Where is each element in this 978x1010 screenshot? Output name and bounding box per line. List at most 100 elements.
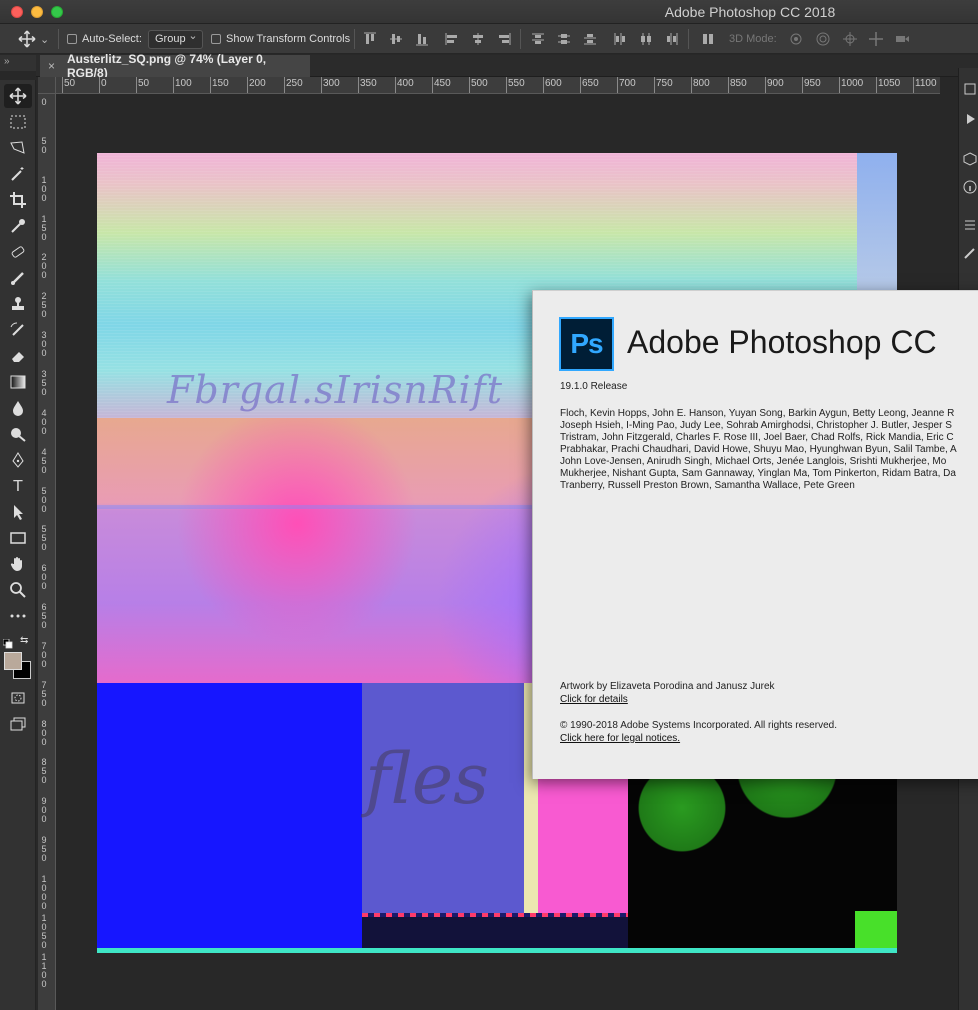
ruler-label: 0 bbox=[101, 78, 107, 89]
3d-orbit-icon[interactable] bbox=[788, 31, 804, 47]
panel-collapse-toggle[interactable]: » bbox=[0, 55, 36, 71]
hand-tool[interactable] bbox=[4, 552, 32, 576]
move-tool-preset[interactable]: ⌄ bbox=[18, 24, 49, 54]
ruler-origin[interactable] bbox=[38, 77, 56, 94]
tools-panel: T ⇆ bbox=[0, 80, 36, 1010]
eyedropper-icon bbox=[11, 219, 25, 233]
eyedropper-tool[interactable] bbox=[4, 214, 32, 238]
brush-tool[interactable] bbox=[4, 266, 32, 290]
minimize-window-button[interactable] bbox=[31, 6, 43, 18]
artwork-credit: Artwork by Elizaveta Porodina and Janusz… bbox=[560, 681, 775, 692]
align-left-edges-icon[interactable] bbox=[444, 31, 460, 47]
align-horizontal-centers-icon[interactable] bbox=[470, 31, 486, 47]
ruler-tick bbox=[802, 77, 803, 93]
quick-mask-icon bbox=[11, 692, 25, 704]
healing-brush-tool[interactable] bbox=[4, 240, 32, 264]
rectangular-marquee-tool[interactable] bbox=[4, 110, 32, 134]
checkbox-box[interactable] bbox=[67, 34, 77, 44]
image-region bbox=[855, 911, 897, 948]
pen-tool[interactable] bbox=[4, 448, 32, 472]
history-panel-icon[interactable] bbox=[963, 82, 977, 96]
ruler-label: 0 bbox=[41, 97, 47, 107]
ruler-label: 300 bbox=[323, 78, 340, 89]
move-icon bbox=[18, 30, 36, 48]
auto-select-checkbox[interactable]: Auto-Select: bbox=[67, 24, 142, 54]
vertical-ruler[interactable]: 0 50 100 150 200 250 300 350 400 450 500 550 600 650 7… bbox=[38, 94, 56, 1010]
zoom-tool[interactable] bbox=[4, 578, 32, 602]
credits-list: Floch, Kevin Hopps, John E. Hanson, Yuya… bbox=[560, 408, 978, 492]
crop-tool[interactable] bbox=[4, 188, 32, 212]
history-brush-tool[interactable] bbox=[4, 318, 32, 342]
swap-colors-icon[interactable]: ⇆ bbox=[20, 635, 28, 646]
3d-pan-icon[interactable] bbox=[842, 31, 858, 47]
distribute-right-icon[interactable] bbox=[664, 31, 680, 47]
distribute-vertical-centers-icon[interactable] bbox=[556, 31, 572, 47]
align-vertical-centers-icon[interactable] bbox=[388, 31, 404, 47]
eraser-tool[interactable] bbox=[4, 344, 32, 368]
align-bottom-edges-icon[interactable] bbox=[414, 31, 430, 47]
align-top-edges-icon[interactable] bbox=[362, 31, 378, 47]
clone-stamp-tool[interactable] bbox=[4, 292, 32, 316]
document-tab-title: Austerlitz_SQ.png @ 74% (Layer 0, RGB/8) bbox=[67, 52, 267, 80]
gradient-tool[interactable] bbox=[4, 370, 32, 394]
close-window-button[interactable] bbox=[11, 6, 23, 18]
ruler-tick bbox=[506, 77, 507, 93]
dodge-tool[interactable] bbox=[4, 422, 32, 446]
align-right-edges-icon[interactable] bbox=[496, 31, 512, 47]
ruler-label: 50 bbox=[41, 135, 47, 155]
ruler-label: 900 bbox=[767, 78, 784, 89]
3d-scale-icon[interactable] bbox=[894, 31, 910, 47]
checkbox-box[interactable] bbox=[211, 34, 221, 44]
ruler-label: 450 bbox=[434, 78, 451, 89]
3d-slide-icon[interactable] bbox=[868, 31, 884, 47]
credits-line: Tristram, John Fitzgerald, Charles F. Ro… bbox=[560, 432, 954, 443]
image-region bbox=[97, 683, 362, 948]
screen-mode-button[interactable] bbox=[4, 712, 32, 736]
document-tab[interactable]: × Austerlitz_SQ.png @ 74% (Layer 0, RGB/… bbox=[40, 52, 310, 80]
zoom-window-button[interactable] bbox=[51, 6, 63, 18]
magic-wand-tool[interactable] bbox=[4, 162, 32, 186]
arrow-pointer-icon bbox=[14, 505, 23, 520]
distribute-left-icon[interactable] bbox=[612, 31, 628, 47]
info-icon[interactable] bbox=[963, 180, 977, 194]
show-transform-checkbox[interactable]: Show Transform Controls bbox=[211, 24, 350, 54]
lasso-tool[interactable] bbox=[4, 136, 32, 160]
path-selection-tool[interactable] bbox=[4, 500, 32, 524]
ruler-tick bbox=[691, 77, 692, 93]
quick-mask-button[interactable] bbox=[4, 686, 32, 710]
version-label: 19.1.0 Release bbox=[560, 381, 628, 392]
move-icon bbox=[9, 87, 27, 105]
distribute-top-icon[interactable] bbox=[530, 31, 546, 47]
blur-tool[interactable] bbox=[4, 396, 32, 420]
distribute-horizontal-centers-icon[interactable] bbox=[638, 31, 654, 47]
auto-align-layers-icon[interactable] bbox=[700, 31, 716, 47]
legal-notices-link[interactable]: Click here for legal notices. bbox=[560, 733, 680, 744]
brush-panel-icon[interactable] bbox=[963, 246, 977, 260]
ruler-label: 500 bbox=[471, 78, 488, 89]
move-tool[interactable] bbox=[4, 84, 32, 108]
distribute-bottom-icon[interactable] bbox=[582, 31, 598, 47]
divider bbox=[354, 29, 355, 49]
auto-select-dropdown[interactable]: Group bbox=[148, 28, 203, 49]
image-region bbox=[362, 913, 628, 948]
3d-cube-icon[interactable] bbox=[963, 152, 977, 166]
details-link[interactable]: Click for details bbox=[560, 694, 628, 705]
horizontal-ruler[interactable]: 50 0 50 100 150 200 250 300 350 400 450 500 550 600 65… bbox=[56, 77, 940, 94]
paragraph-icon[interactable] bbox=[963, 218, 977, 232]
foreground-color-swatch[interactable] bbox=[4, 652, 22, 670]
ruler-label: 100 bbox=[41, 174, 47, 203]
3d-roll-icon[interactable] bbox=[815, 31, 831, 47]
photoshop-logo: Ps bbox=[559, 317, 614, 371]
magnifier-icon bbox=[10, 582, 26, 598]
edit-toolbar-button[interactable] bbox=[4, 604, 32, 628]
default-colors-icon[interactable] bbox=[2, 636, 13, 649]
ruler-tick bbox=[469, 77, 470, 93]
bandage-icon bbox=[11, 246, 25, 258]
ruler-label: 750 bbox=[656, 78, 673, 89]
rectangle-icon bbox=[10, 532, 26, 544]
close-icon[interactable]: × bbox=[48, 59, 55, 73]
about-photoshop-dialog[interactable]: Ps Adobe Photoshop CC 19.1.0 Release Flo… bbox=[532, 290, 978, 779]
play-actions-icon[interactable] bbox=[963, 112, 977, 126]
rectangle-tool[interactable] bbox=[4, 526, 32, 550]
type-tool[interactable]: T bbox=[4, 474, 32, 498]
